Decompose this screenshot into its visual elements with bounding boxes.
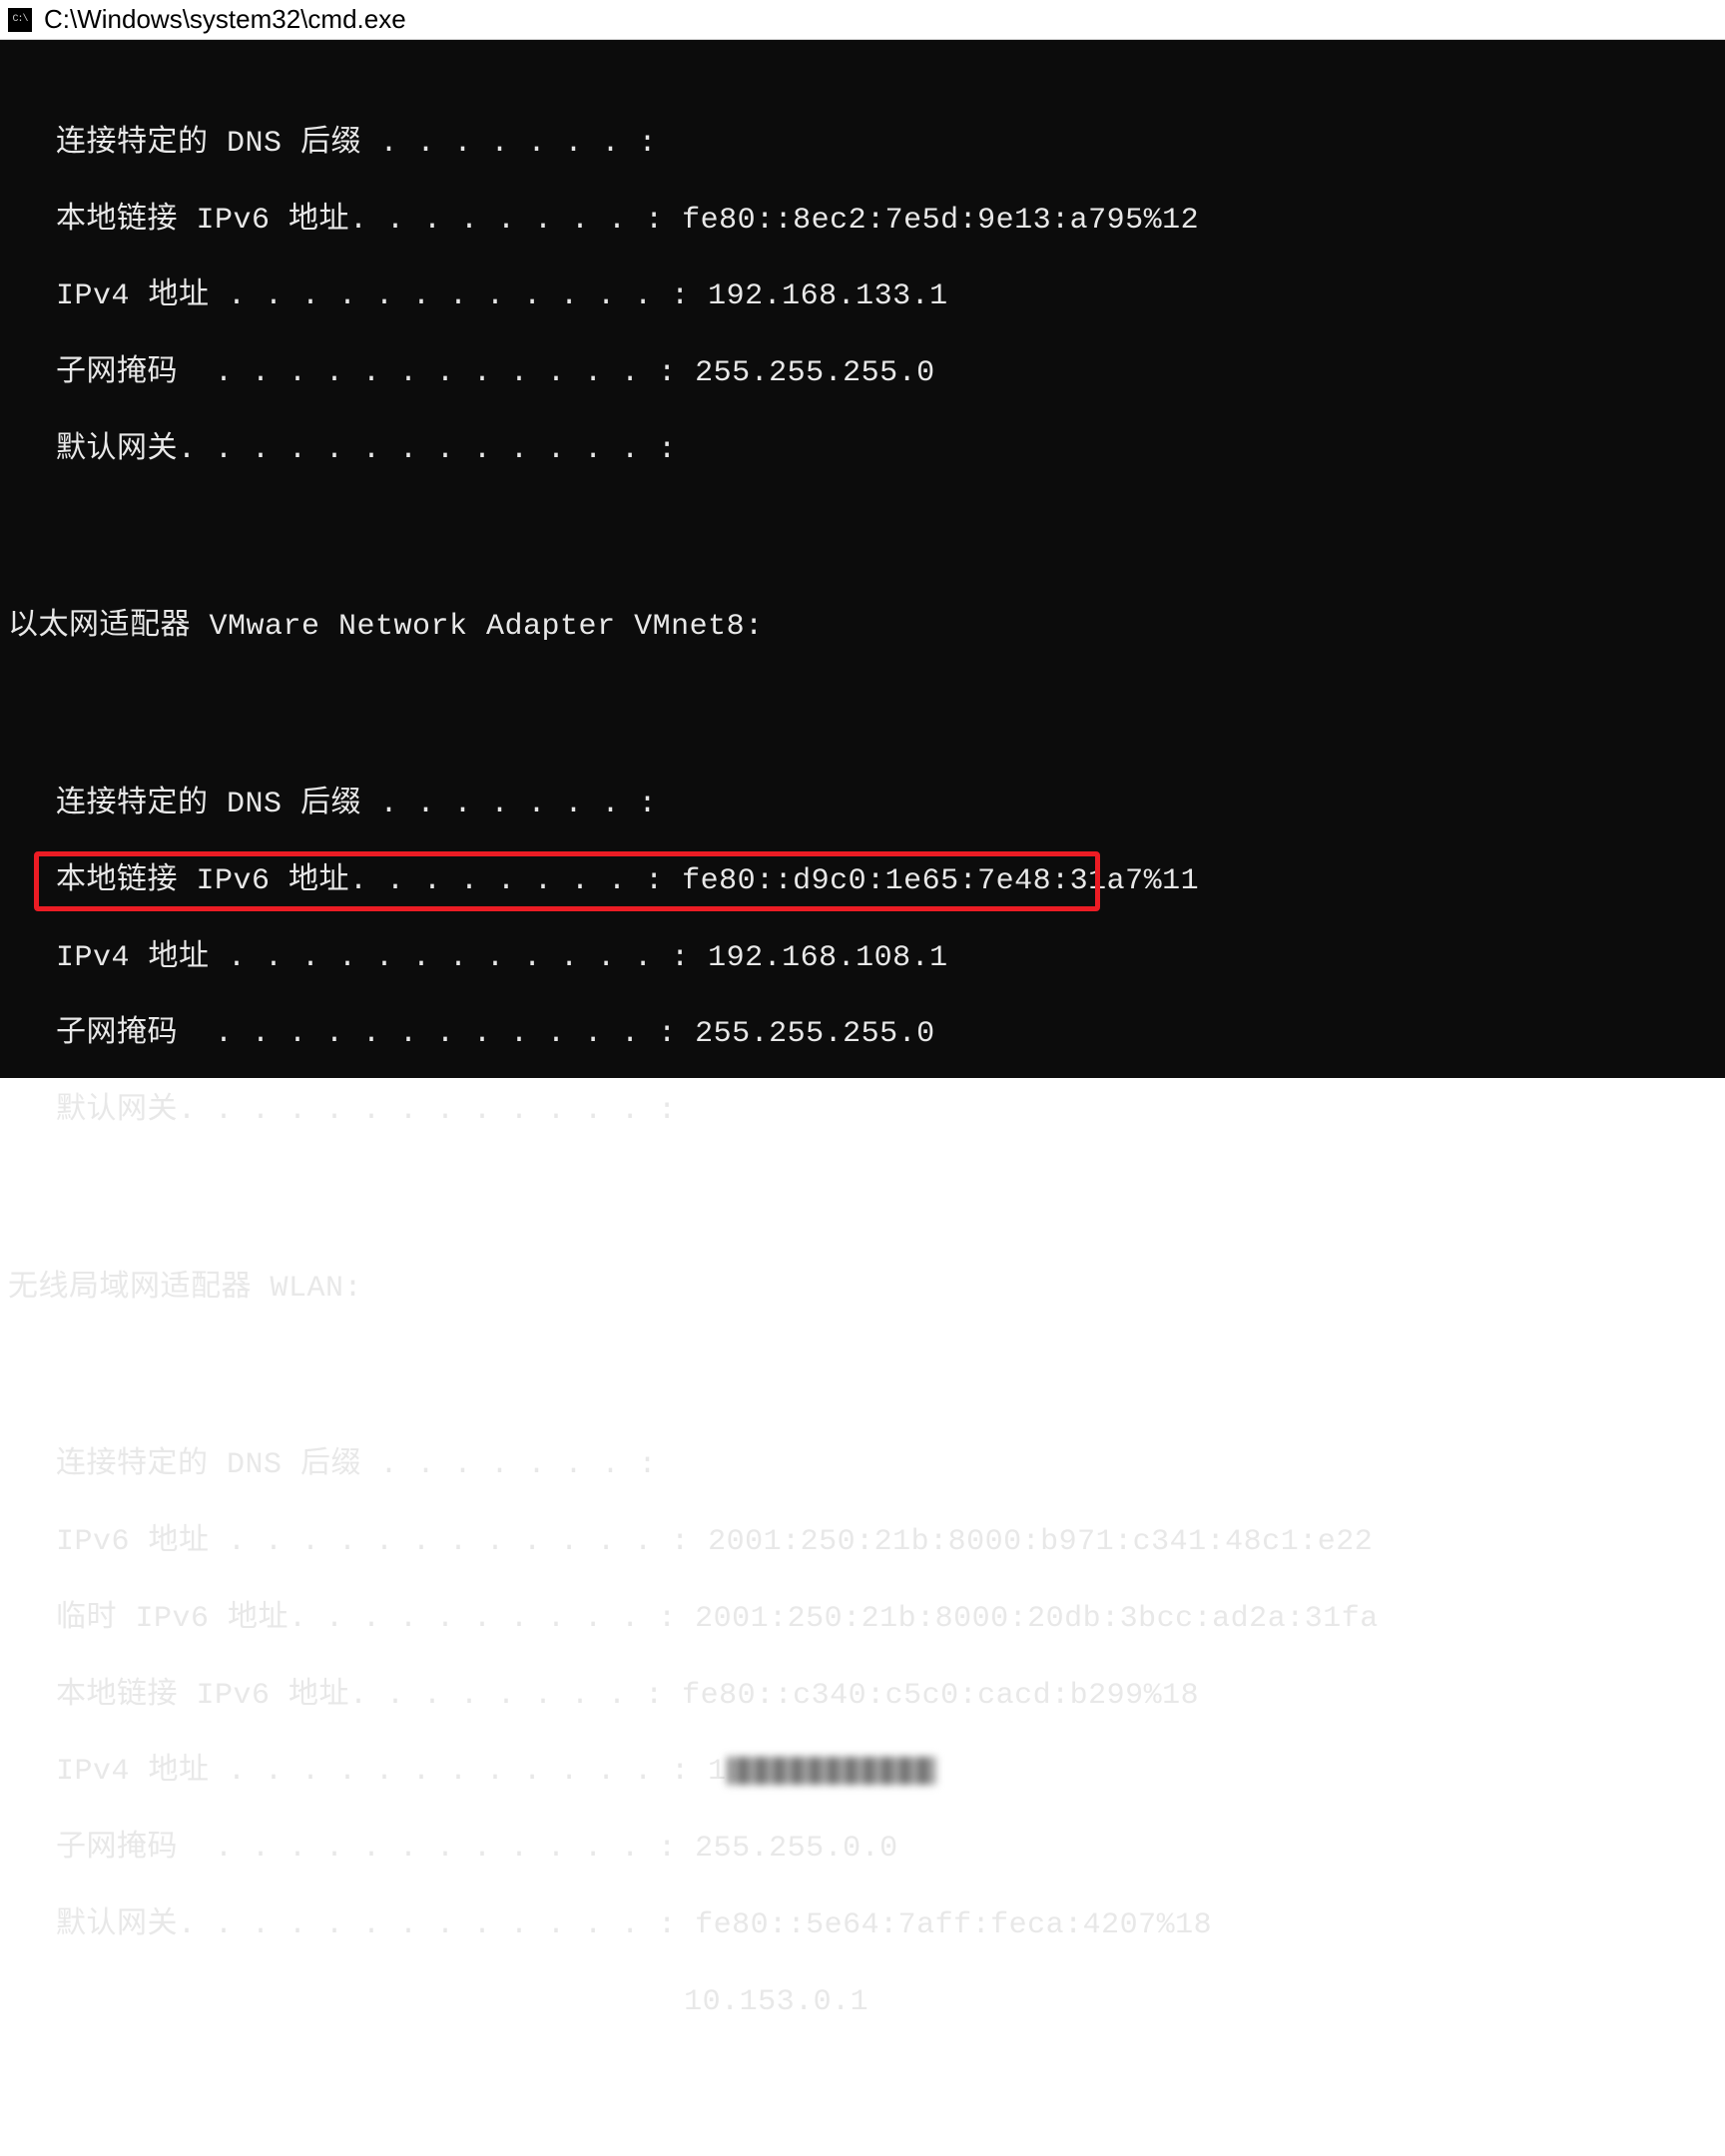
dns-suffix-label: 连接特定的 DNS 后缀 . . . . . . . : (56, 786, 657, 823)
cmd-icon-text: C:\ (12, 14, 27, 25)
ipv6-local-row: 本地链接 IPv6 地址. . . . . . . . : fe80::c340… (56, 1677, 1717, 1715)
gateway-row: 默认网关. . . . . . . . . . . . . : (56, 431, 1717, 469)
ipv6-label: IPv6 地址 . . . . . . . . . . . . : (56, 1523, 690, 1561)
temp-ipv6-label: 临时 IPv6 地址. . . . . . . . . . : (56, 1600, 677, 1638)
terminal-output[interactable]: 连接特定的 DNS 后缀 . . . . . . . : 本地链接 IPv6 地… (0, 40, 1725, 1078)
ipv4-row: IPv4 地址 . . . . . . . . . . . . : 192.16… (56, 939, 1717, 977)
adapter-header-vmnet8: 以太网适配器 VMware Network Adapter VMnet8: (8, 608, 1717, 646)
ipv4-label: IPv4 地址 . . . . . . . . . . . . : (56, 1753, 690, 1791)
ipv4-value-prefix: 1 (690, 1755, 727, 1789)
cmd-icon: C:\ (8, 8, 32, 32)
adapter-header-wlan: 无线局域网适配器 WLAN: (8, 1270, 1717, 1308)
ipv6-local-value: fe80::d9c0:1e65:7e48:31a7%11 (664, 862, 1200, 900)
window-titlebar: C:\ C:\Windows\system32\cmd.exe (0, 0, 1725, 40)
subnet-value: 255.255.255.0 (677, 354, 935, 392)
subnet-row: 子网掩码 . . . . . . . . . . . . : 255.255.2… (56, 1015, 1717, 1053)
gateway-spacer (56, 1983, 684, 2021)
subnet-label: 子网掩码 . . . . . . . . . . . . : (56, 354, 677, 392)
ipv4-value-redacted: 1 (690, 1753, 936, 1791)
gateway-label: 默认网关. . . . . . . . . . . . . : (56, 431, 677, 469)
ipv6-local-row: 本地链接 IPv6 地址. . . . . . . . : fe80::8ec2… (56, 202, 1717, 240)
subnet-row: 子网掩码 . . . . . . . . . . . . : 255.255.2… (56, 354, 1717, 392)
gateway-row: 默认网关. . . . . . . . . . . . . : (56, 1092, 1717, 1130)
ipv6-value: 2001:250:21b:8000:b971:c341:48c1:e22 (690, 1523, 1374, 1561)
ipv4-row: IPv4 地址 . . . . . . . . . . . . : 192.16… (56, 277, 1717, 315)
dns-suffix-row: 连接特定的 DNS 后缀 . . . . . . . : (56, 1446, 1717, 1484)
ipv4-value: 192.168.108.1 (690, 939, 948, 977)
ipv4-label: IPv4 地址 . . . . . . . . . . . . : (56, 939, 690, 977)
dns-suffix-row: 连接特定的 DNS 后缀 . . . . . . . : (56, 786, 1717, 823)
adapter-block-1: 连接特定的 DNS 后缀 . . . . . . . : 本地链接 IPv6 地… (8, 86, 1717, 507)
ipv6-local-row: 本地链接 IPv6 地址. . . . . . . . : fe80::d9c0… (56, 862, 1717, 900)
subnet-label: 子网掩码 . . . . . . . . . . . . : (56, 1830, 677, 1868)
gateway-value-2: 10.153.0.1 (684, 1983, 868, 2021)
ipv6-local-label: 本地链接 IPv6 地址. . . . . . . . : (56, 202, 664, 240)
temp-ipv6-value: 2001:250:21b:8000:20db:3bcc:ad2a:31fa (677, 1600, 1379, 1638)
adapter-block-3: 连接特定的 DNS 后缀 . . . . . . . : IPv6 地址 . .… (8, 1408, 1717, 2060)
gateway-row-2: 10.153.0.1 (56, 1983, 1717, 2021)
gateway-label: 默认网关. . . . . . . . . . . . . : (56, 1092, 677, 1130)
temp-ipv6-row: 临时 IPv6 地址. . . . . . . . . . : 2001:250… (56, 1600, 1717, 1638)
ipv4-row-highlighted: IPv4 地址 . . . . . . . . . . . . : 1 (56, 1753, 1717, 1791)
ipv6-row: IPv6 地址 . . . . . . . . . . . . : 2001:2… (56, 1523, 1717, 1561)
subnet-value: 255.255.255.0 (677, 1015, 935, 1053)
adapter-block-2: 连接特定的 DNS 后缀 . . . . . . . : 本地链接 IPv6 地… (8, 748, 1717, 1169)
subnet-row: 子网掩码 . . . . . . . . . . . . : 255.255.0… (56, 1830, 1717, 1868)
subnet-value: 255.255.0.0 (677, 1830, 898, 1868)
gateway-row: 默认网关. . . . . . . . . . . . . : fe80::5e… (56, 1906, 1717, 1944)
window-title: C:\Windows\system32\cmd.exe (44, 4, 406, 35)
dns-suffix-row: 连接特定的 DNS 后缀 . . . . . . . : (56, 125, 1717, 163)
gateway-label: 默认网关. . . . . . . . . . . . . : (56, 1906, 677, 1944)
subnet-label: 子网掩码 . . . . . . . . . . . . : (56, 1015, 677, 1053)
ipv4-value: 192.168.133.1 (690, 277, 948, 315)
ipv6-local-value: fe80::8ec2:7e5d:9e13:a795%12 (664, 202, 1200, 240)
ipv6-local-label: 本地链接 IPv6 地址. . . . . . . . : (56, 1677, 664, 1715)
ipv6-local-value: fe80::c340:c5c0:cacd:b299%18 (664, 1677, 1200, 1715)
ipv4-label: IPv4 地址 . . . . . . . . . . . . : (56, 277, 690, 315)
dns-suffix-label: 连接特定的 DNS 后缀 . . . . . . . : (56, 1446, 657, 1484)
gateway-value: fe80::5e64:7aff:feca:4207%18 (677, 1906, 1213, 1944)
dns-suffix-label: 连接特定的 DNS 后缀 . . . . . . . : (56, 125, 657, 163)
ipv6-local-label: 本地链接 IPv6 地址. . . . . . . . : (56, 862, 664, 900)
redacted-ip-icon (727, 1757, 936, 1785)
